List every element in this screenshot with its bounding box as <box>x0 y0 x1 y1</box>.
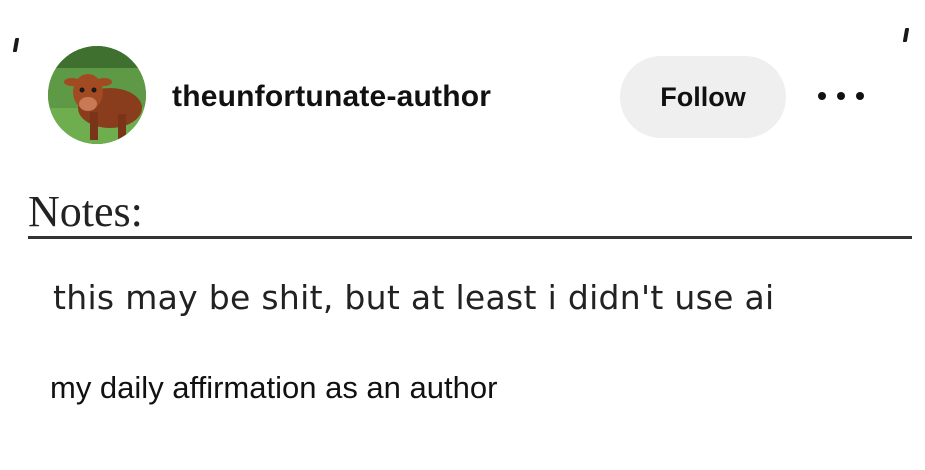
notes-divider <box>28 236 912 239</box>
post-header: theunfortunate-author Follow <box>0 0 925 160</box>
avatar-image <box>48 46 146 144</box>
username[interactable]: theunfortunate-author <box>172 80 491 114</box>
more-options-icon[interactable] <box>818 84 864 108</box>
post-caption: my daily affirmation as an author <box>50 370 498 405</box>
follow-button[interactable]: Follow <box>620 56 786 138</box>
more-dot <box>856 92 864 100</box>
quoted-text: this may be shit, but at least i didn't … <box>53 278 775 317</box>
more-dot <box>818 92 826 100</box>
notes-heading: Notes: <box>28 187 143 236</box>
more-dot <box>837 92 845 100</box>
avatar[interactable] <box>48 46 146 144</box>
